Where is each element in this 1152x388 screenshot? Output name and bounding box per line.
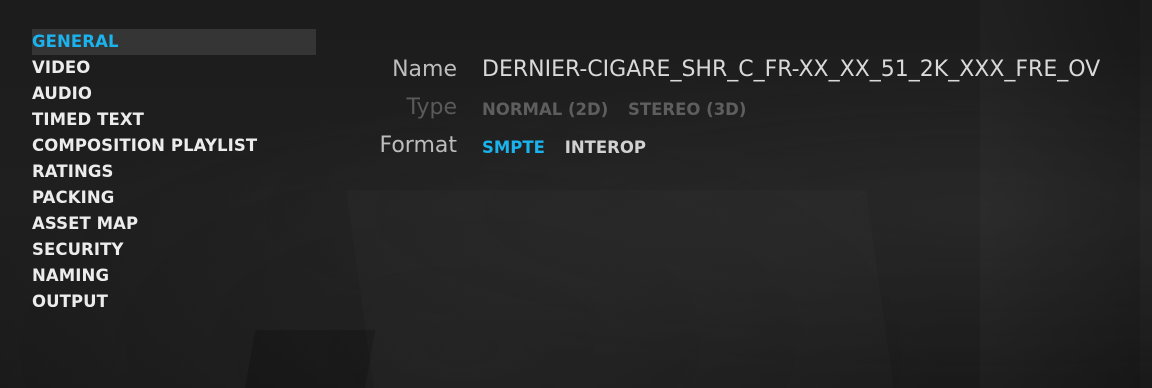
background-shadow — [346, 190, 894, 388]
format-label: Format — [379, 133, 457, 158]
format-options: SMPTE INTEROP — [482, 138, 660, 157]
type-options: NORMAL (2D) STEREO (3D) — [482, 100, 760, 119]
name-field[interactable]: DERNIER-CIGARE_SHR_C_FR-XX_XX_51_2K_XXX_… — [482, 57, 1100, 82]
name-row: Name DERNIER-CIGARE_SHR_C_FR-XX_XX_51_2K… — [0, 57, 1152, 93]
sidebar-item-asset-map[interactable]: ASSET MAP — [32, 211, 316, 237]
type-label: Type — [406, 95, 457, 120]
format-option-smpte[interactable]: SMPTE — [482, 138, 545, 157]
type-option-normal-2d: NORMAL (2D) — [482, 100, 609, 119]
sidebar-item-output[interactable]: OUTPUT — [32, 289, 316, 315]
format-row: Format SMPTE INTEROP — [0, 133, 1152, 169]
background-shadow — [244, 330, 376, 388]
sidebar-item-naming[interactable]: NAMING — [32, 263, 316, 289]
sidebar-item-general[interactable]: GENERAL — [32, 29, 316, 55]
sidebar-item-packing[interactable]: PACKING — [32, 185, 316, 211]
type-option-stereo-3d: STEREO (3D) — [628, 100, 747, 119]
sidebar-item-security[interactable]: SECURITY — [32, 237, 316, 263]
name-label: Name — [392, 57, 457, 82]
type-row: Type NORMAL (2D) STEREO (3D) — [0, 95, 1152, 131]
format-option-interop[interactable]: INTEROP — [565, 138, 646, 157]
